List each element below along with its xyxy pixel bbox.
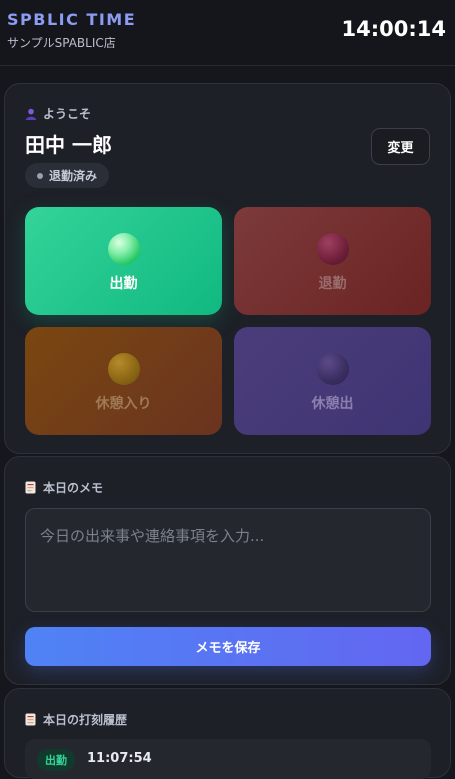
status-badge: 退勤済み: [25, 163, 110, 188]
clipboard-icon: [25, 713, 36, 726]
brand-title: SPBLIC TIME: [7, 10, 137, 29]
break-start-label: 休憩入り: [95, 396, 152, 412]
memo-input[interactable]: [25, 508, 431, 612]
welcome-label: ようこそ: [25, 105, 91, 122]
username: 田中 一郎: [25, 133, 112, 157]
store-name: サンプルSPABLIC店: [7, 36, 116, 50]
clock-out-button[interactable]: 退勤: [234, 207, 431, 315]
history-title: 本日の打刻履歴: [25, 711, 127, 728]
memo-card: 本日のメモ メモを保存: [4, 456, 451, 685]
app-header: SPBLIC TIME サンプルSPABLIC店 14:00:14: [0, 0, 455, 66]
user-icon: [25, 108, 37, 120]
history-entry: 出勤 11:07:54: [25, 739, 431, 779]
history-type-badge: 出勤: [37, 749, 75, 771]
break-end-orb-icon: [316, 353, 349, 385]
welcome-card: ようこそ 田中 一郎 退勤済み 変更 出勤 退勤 休憩入り 休憩出: [4, 83, 451, 454]
history-title-text: 本日の打刻履歴: [43, 713, 128, 727]
memo-title-text: 本日のメモ: [43, 481, 104, 495]
break-end-button[interactable]: 休憩出: [234, 327, 431, 435]
break-start-orb-icon: [107, 353, 140, 385]
break-end-label: 休憩出: [311, 396, 354, 412]
history-card: 本日の打刻履歴 出勤 11:07:54: [4, 688, 451, 779]
memo-title: 本日のメモ: [25, 479, 103, 496]
current-time: 14:00:14: [341, 17, 446, 41]
clock-in-button[interactable]: 出勤: [25, 207, 222, 315]
greeting-text: ようこそ: [43, 107, 92, 121]
change-user-button[interactable]: 変更: [371, 128, 430, 165]
status-text: 退勤済み: [49, 169, 98, 183]
clock-in-label: 出勤: [109, 276, 138, 292]
status-dot-icon: [37, 172, 43, 179]
clock-out-label: 退勤: [318, 276, 347, 292]
save-memo-button[interactable]: メモを保存: [25, 627, 431, 666]
memo-icon: [25, 481, 36, 494]
history-time: 11:07:54: [87, 751, 152, 766]
clock-in-orb-icon: [107, 233, 140, 265]
break-start-button[interactable]: 休憩入り: [25, 327, 222, 435]
clock-out-orb-icon: [316, 233, 349, 265]
